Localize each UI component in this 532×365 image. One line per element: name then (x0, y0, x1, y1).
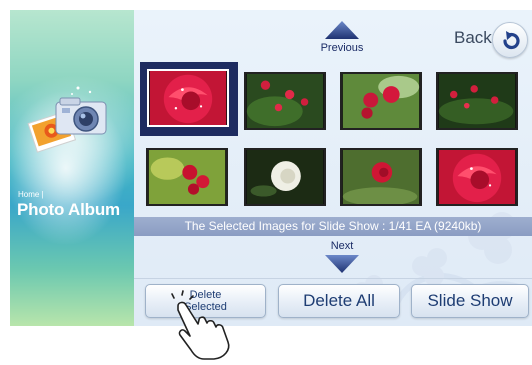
divider (134, 278, 532, 279)
thumbnail-7[interactable] (340, 148, 422, 206)
rose-photo (148, 150, 226, 204)
pointing-hand-icon (171, 290, 230, 360)
slide-show-button[interactable]: Slide Show (411, 284, 529, 318)
rotate-back-icon (503, 31, 520, 50)
delete-all-label: Delete All (303, 291, 375, 310)
next-button[interactable]: Next (312, 240, 372, 276)
thumbnail-grid (134, 60, 532, 220)
slideshow-status: The Selected Images for Slide Show : 1/4… (134, 217, 532, 236)
back-label: Back (454, 28, 492, 47)
page-title: Photo Album (17, 200, 120, 219)
camera-with-photo-icon (27, 86, 107, 153)
previous-label: Previous (320, 42, 364, 54)
arrow-down-icon (325, 255, 359, 273)
rose-photo (438, 150, 516, 204)
back-button[interactable]: Back (454, 22, 532, 58)
thumbnail-2[interactable] (244, 72, 326, 130)
thumbnail-6[interactable] (244, 148, 326, 206)
thumbnail-8[interactable] (436, 148, 518, 206)
rose-photo (342, 74, 420, 128)
sidebar: Home | Photo Album (10, 10, 134, 326)
previous-button[interactable]: Previous (312, 18, 372, 56)
thumbnail-4[interactable] (436, 72, 518, 130)
arrow-up-icon (325, 21, 359, 39)
rose-photo (438, 74, 516, 128)
rose-photo (342, 150, 420, 204)
breadcrumb: Home | (18, 190, 44, 199)
thumbnail-1[interactable] (147, 69, 229, 127)
slide-show-label: Slide Show (427, 291, 513, 310)
thumbnail-5[interactable] (146, 148, 228, 206)
delete-all-button[interactable]: Delete All (278, 284, 400, 318)
rose-photo (246, 74, 324, 128)
main-panel: Previous Back The Selected Images for Sl… (134, 10, 532, 326)
rose-photo (149, 71, 227, 125)
next-label: Next (330, 240, 354, 252)
thumbnail-3[interactable] (340, 72, 422, 130)
back-circle (492, 22, 528, 58)
rose-photo (246, 150, 324, 204)
